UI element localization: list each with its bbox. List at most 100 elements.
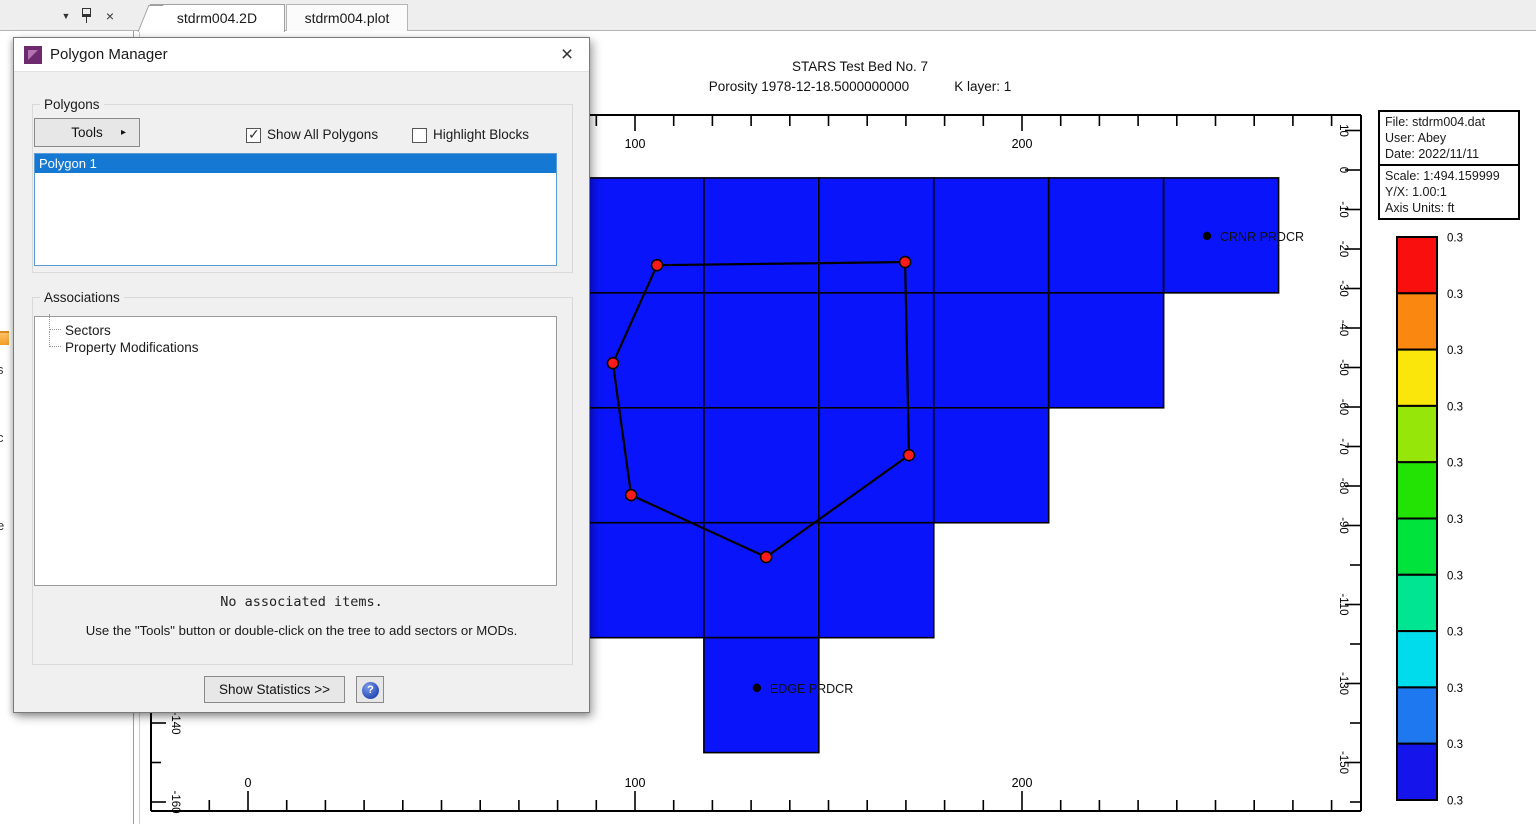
y-axis-label-right: -20: [1337, 241, 1349, 258]
associations-group-label: Associations: [40, 290, 124, 305]
colorbar-label: 0.3: [1447, 627, 1463, 639]
y-axis-label-right: 10: [1337, 124, 1349, 137]
grid-cell: [589, 178, 704, 293]
tab-bar: ▼ × stdrm004.2D stdrm004.plot: [0, 0, 1536, 31]
colorbar-label: 0.3: [1447, 289, 1463, 301]
highlight-blocks-checkbox[interactable]: ✓ Highlight Blocks: [412, 127, 562, 143]
show-statistics-button[interactable]: Show Statistics >>: [204, 676, 345, 703]
tab-stdrm004-2d[interactable]: stdrm004.2D: [150, 4, 285, 32]
checkbox-label: Show All Polygons: [267, 127, 378, 142]
y-axis-label-right: -60: [1337, 399, 1349, 416]
info-line: Date: 2022/11/11: [1385, 146, 1513, 162]
tree-item-label: Sectors: [65, 323, 111, 338]
polygon-vertex-handle[interactable]: [761, 552, 772, 563]
tools-button-label: Tools: [71, 125, 103, 140]
info-line: Axis Units: ft: [1385, 200, 1513, 216]
y-axis-label-right: -50: [1337, 359, 1349, 376]
checkbox-label: Highlight Blocks: [433, 127, 529, 142]
polygon-manager-dialog: Polygon Manager × Polygons Tools ▸ ✓ Sho…: [13, 37, 590, 713]
colorbar-label: 0.3: [1447, 739, 1463, 751]
polygon-manager-icon: [24, 46, 42, 64]
well-marker: [1203, 232, 1211, 240]
y-axis-label-right: -150: [1337, 751, 1349, 774]
y-axis-label-right: -30: [1337, 280, 1349, 297]
colorbar-label: 0.3: [1447, 458, 1463, 470]
grid-cell: [934, 293, 1049, 408]
colorbar-segment: [1397, 575, 1437, 631]
show-all-polygons-checkbox[interactable]: ✓ Show All Polygons: [246, 127, 406, 143]
info-line: User: Abey: [1385, 130, 1513, 146]
colorbar-label: 0.3: [1447, 514, 1463, 526]
y-axis-label-right: -10: [1337, 201, 1349, 218]
grid-cell: [704, 293, 819, 408]
polygons-group-label: Polygons: [40, 97, 104, 112]
help-icon: ?: [362, 682, 379, 699]
polygon-list[interactable]: Polygon 1: [34, 153, 557, 266]
tree-item-property-modifications[interactable]: Property Modifications: [35, 339, 556, 356]
polygon-vertex-handle[interactable]: [652, 260, 663, 271]
dialog-title: Polygon Manager: [50, 38, 168, 72]
colorbar-segment: [1397, 631, 1437, 687]
colorbar-segment: [1397, 350, 1437, 406]
y-axis-label-right: -80: [1337, 478, 1349, 495]
colorbar-label: 0.3: [1447, 570, 1463, 582]
tab-label: stdrm004.2D: [177, 10, 257, 26]
colorbar-label: 0.3: [1447, 796, 1463, 808]
colorbar-segment: [1397, 237, 1437, 293]
grid-cell: [819, 523, 934, 638]
grid-cell: [1049, 293, 1164, 408]
info-line: Scale: 1:494.159999: [1385, 168, 1513, 184]
checkbox-box: ✓: [246, 128, 261, 143]
grid-cell: [704, 523, 819, 638]
colorbar-label: 0.3: [1447, 345, 1463, 357]
colorbar-label: 0.3: [1447, 401, 1463, 413]
polygon-vertex-handle[interactable]: [900, 257, 911, 268]
y-axis-label-right: -90: [1337, 517, 1349, 534]
colorbar-segment: [1397, 744, 1437, 800]
grid-cell: [704, 408, 819, 523]
scale-info-box: Scale: 1:494.159999Y/X: 1.00:1Axis Units…: [1378, 164, 1520, 220]
pin-icon[interactable]: [82, 8, 91, 17]
tools-button[interactable]: Tools ▸: [34, 118, 140, 147]
well-marker: [753, 684, 761, 692]
y-axis-label-right: -70: [1337, 438, 1349, 455]
grid-cell: [589, 293, 704, 408]
x-axis-label-bottom: 200: [1012, 776, 1033, 790]
polygon-list-item[interactable]: Polygon 1: [35, 154, 556, 173]
x-axis-label-top: 100: [625, 137, 646, 151]
plot-subtitle-klayer: K layer: 1: [954, 79, 1011, 94]
grid-cell: [819, 293, 934, 408]
colorbar-segment: [1397, 462, 1437, 518]
x-axis-label-bottom: 100: [625, 776, 646, 790]
colorbar-segment: [1397, 293, 1437, 349]
tab-stdrm004-plot[interactable]: stdrm004.plot: [286, 4, 408, 31]
file-info-box: File: stdrm004.datUser: AbeyDate: 2022/1…: [1378, 110, 1520, 166]
tree-item-sectors[interactable]: Sectors: [35, 322, 556, 339]
grid-cell: [1049, 178, 1164, 293]
colorbar-label: 0.3: [1447, 233, 1463, 245]
grid-cell: [589, 523, 704, 638]
grid-cell: [934, 178, 1049, 293]
polygon-vertex-handle[interactable]: [607, 358, 618, 369]
polygon-vertex-handle[interactable]: [626, 490, 637, 501]
polygon-vertex-handle[interactable]: [903, 450, 914, 461]
help-button[interactable]: ?: [356, 676, 384, 703]
associations-tree[interactable]: Sectors Property Modifications: [34, 316, 557, 586]
tree-item-label: Property Modifications: [65, 340, 199, 355]
colorbar-segment: [1397, 687, 1437, 743]
dock-menu-icon[interactable]: ▼: [57, 7, 75, 25]
colorbar-segment: [1397, 406, 1437, 462]
dialog-titlebar[interactable]: Polygon Manager ×: [14, 38, 589, 72]
y-axis-label-left: -140: [169, 711, 181, 734]
check-icon: ✓: [248, 126, 260, 143]
y-axis-label-right: 0: [1337, 167, 1349, 173]
plot-subtitle-property: Porosity 1978-12-18.5000000000: [709, 79, 909, 94]
tree-branch-line: [49, 331, 61, 347]
panel-close-icon[interactable]: ×: [101, 7, 119, 25]
grid-cell: [589, 408, 704, 523]
info-line: File: stdrm004.dat: [1385, 114, 1513, 130]
grid-cell: [819, 178, 934, 293]
grid-cell: [934, 408, 1049, 523]
dialog-close-icon[interactable]: ×: [553, 42, 581, 68]
info-line: Y/X: 1.00:1: [1385, 184, 1513, 200]
